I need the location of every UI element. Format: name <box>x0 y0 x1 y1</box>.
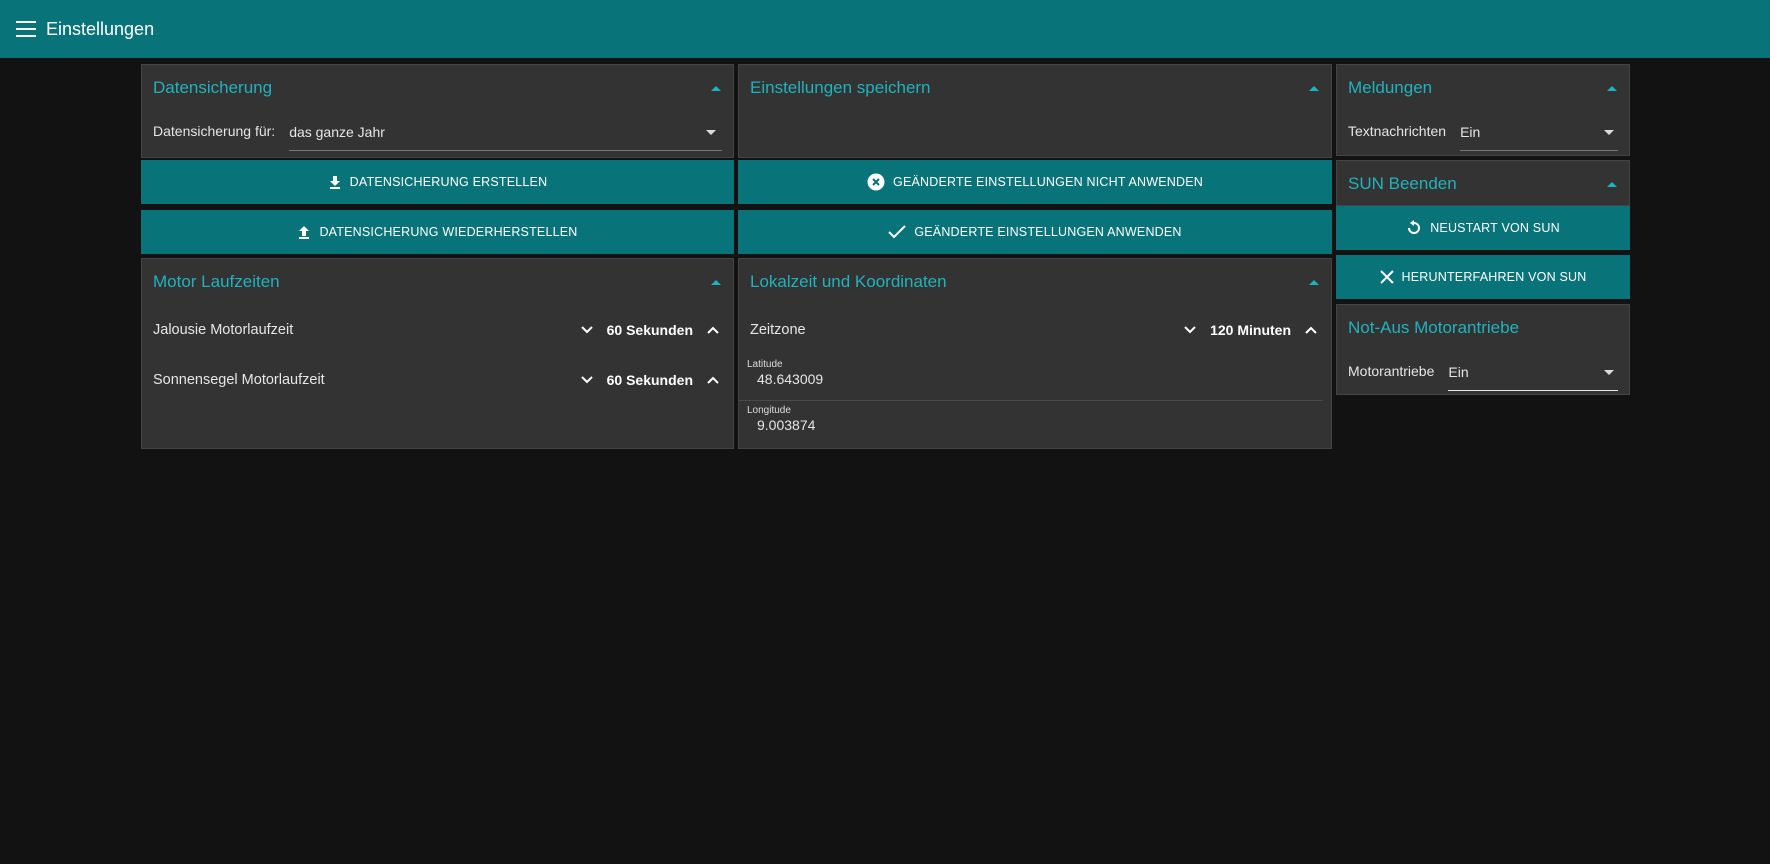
panel-title: Einstellungen speichern <box>750 78 931 97</box>
collapse-icon[interactable] <box>1309 279 1319 285</box>
datensicherung-erstellen-button[interactable]: DATENSICHERUNG ERSTELLEN <box>141 160 734 204</box>
button-label: HERUNTERFAHREN VON SUN <box>1401 270 1587 284</box>
collapse-icon[interactable] <box>711 85 721 91</box>
stepper-label: Zeitzone <box>750 322 806 338</box>
app-bar: Einstellungen <box>0 0 1770 58</box>
collapse-icon[interactable] <box>1607 181 1617 187</box>
meldungen-header[interactable]: Meldungen <box>1337 65 1629 111</box>
stepper-label: Sonnensegel Motorlaufzeit <box>153 372 325 388</box>
field-label: Longitude <box>747 405 791 416</box>
select-label: Datensicherung für: <box>153 123 276 139</box>
check-icon <box>888 225 907 239</box>
lokalzeit-panel: Lokalzeit und Koordinaten Zeitzone 120 M… <box>738 258 1332 449</box>
button-label: DATENSICHERUNG ERSTELLEN <box>349 175 548 189</box>
field-label: Latitude <box>747 359 783 370</box>
dropdown-arrow-icon <box>706 129 716 135</box>
lokalzeit-header[interactable]: Lokalzeit und Koordinaten <box>739 259 1331 305</box>
datensicherung-select[interactable]: das ganze Jahr <box>289 114 722 151</box>
einstellungen-speichern-panel: Einstellungen speichern <box>738 64 1332 158</box>
stepper-value: 60 Sekunden <box>606 322 693 338</box>
select-label: Motorantriebe <box>1348 363 1435 379</box>
restart-icon <box>1406 220 1422 236</box>
select-value: Ein <box>1448 364 1469 380</box>
not-aus-header[interactable]: Not-Aus Motorantriebe <box>1337 305 1629 351</box>
motorantriebe-select[interactable]: Ein <box>1448 354 1618 391</box>
collapse-icon[interactable] <box>1309 85 1319 91</box>
not-aus-panel: Not-Aus Motorantriebe Motorantriebe Ein <box>1336 304 1630 395</box>
zeitzone-stepper: 120 Minuten <box>1182 322 1319 338</box>
select-value: Ein <box>1460 124 1481 140</box>
motor-laufzeiten-header[interactable]: Motor Laufzeiten <box>142 259 733 305</box>
increase-chevron-up-icon[interactable] <box>705 372 721 388</box>
jalousie-motorlaufzeit-row: Jalousie Motorlaufzeit 60 Sekunden <box>142 305 733 355</box>
neustart-sun-button[interactable]: NEUSTART VON SUN <box>1336 206 1630 250</box>
sonnensegel-stepper: 60 Sekunden <box>579 372 721 388</box>
button-label: GEÄNDERTE EINSTELLUNGEN NICHT ANWENDEN <box>893 175 1203 189</box>
panel-title: Datensicherung <box>153 78 273 97</box>
select-value: das ganze Jahr <box>289 124 385 140</box>
aenderungen-anwenden-button[interactable]: GEÄNDERTE EINSTELLUNGEN ANWENDEN <box>738 210 1332 254</box>
button-label: GEÄNDERTE EINSTELLUNGEN ANWENDEN <box>914 225 1182 239</box>
dropdown-arrow-icon <box>1604 129 1614 135</box>
decrease-chevron-down-icon[interactable] <box>579 322 595 338</box>
download-icon <box>328 175 342 189</box>
upload-icon <box>297 225 311 239</box>
sonnensegel-motorlaufzeit-row: Sonnensegel Motorlaufzeit 60 Sekunden <box>142 355 733 405</box>
zeitzone-row: Zeitzone 120 Minuten <box>739 305 1331 355</box>
stepper-label: Jalousie Motorlaufzeit <box>153 322 294 338</box>
datensicherung-panel: Datensicherung Datensicherung für: das g… <box>141 64 734 158</box>
latitude-field[interactable]: Latitude 48.643009 <box>739 355 1323 401</box>
herunterfahren-sun-button[interactable]: HERUNTERFAHREN VON SUN <box>1336 255 1630 299</box>
panel-title: Meldungen <box>1348 78 1433 97</box>
textnachrichten-select[interactable]: Ein <box>1460 114 1618 151</box>
datensicherung-wiederherstellen-button[interactable]: DATENSICHERUNG WIEDERHERSTELLEN <box>141 210 734 254</box>
button-label: NEUSTART VON SUN <box>1430 221 1560 235</box>
sun-beenden-panel: SUN Beenden <box>1336 160 1630 206</box>
panel-title: Motor Laufzeiten <box>153 272 280 291</box>
panel-title: SUN Beenden <box>1348 174 1457 193</box>
increase-chevron-up-icon[interactable] <box>1303 322 1319 338</box>
panel-title: Lokalzeit und Koordinaten <box>750 272 947 291</box>
meldungen-select-row: Textnachrichten Ein <box>1337 111 1629 151</box>
decrease-chevron-down-icon[interactable] <box>1182 322 1198 338</box>
panel-title: Not-Aus Motorantriebe <box>1348 318 1520 337</box>
meldungen-panel: Meldungen Textnachrichten Ein <box>1336 64 1630 156</box>
sun-beenden-header[interactable]: SUN Beenden <box>1337 161 1629 207</box>
longitude-input[interactable]: 9.003874 <box>757 417 1312 433</box>
close-icon <box>1379 270 1394 284</box>
longitude-field[interactable]: Longitude 9.003874 <box>739 401 1323 447</box>
latitude-input[interactable]: 48.643009 <box>757 371 1312 387</box>
button-label: DATENSICHERUNG WIEDERHERSTELLEN <box>319 225 578 239</box>
collapse-icon[interactable] <box>711 279 721 285</box>
datensicherung-header[interactable]: Datensicherung <box>142 65 733 111</box>
select-label: Textnachrichten <box>1348 123 1447 139</box>
stepper-value: 120 Minuten <box>1210 322 1291 338</box>
aenderungen-verwerfen-button[interactable]: GEÄNDERTE EINSTELLUNGEN NICHT ANWENDEN <box>738 160 1332 204</box>
einstellungen-speichern-header[interactable]: Einstellungen speichern <box>739 65 1331 111</box>
cancel-circle-icon <box>867 173 885 191</box>
increase-chevron-up-icon[interactable] <box>705 322 721 338</box>
jalousie-stepper: 60 Sekunden <box>579 322 721 338</box>
dropdown-arrow-icon <box>1604 369 1614 375</box>
not-aus-select-row: Motorantriebe Ein <box>1337 351 1629 391</box>
decrease-chevron-down-icon[interactable] <box>579 372 595 388</box>
motor-laufzeiten-panel: Motor Laufzeiten Jalousie Motorlaufzeit … <box>141 258 734 449</box>
datensicherung-select-row: Datensicherung für: das ganze Jahr <box>142 111 733 151</box>
hamburger-menu-icon[interactable] <box>16 21 36 37</box>
stepper-value: 60 Sekunden <box>606 372 693 388</box>
collapse-icon[interactable] <box>1607 85 1617 91</box>
app-title: Einstellungen <box>46 18 155 39</box>
